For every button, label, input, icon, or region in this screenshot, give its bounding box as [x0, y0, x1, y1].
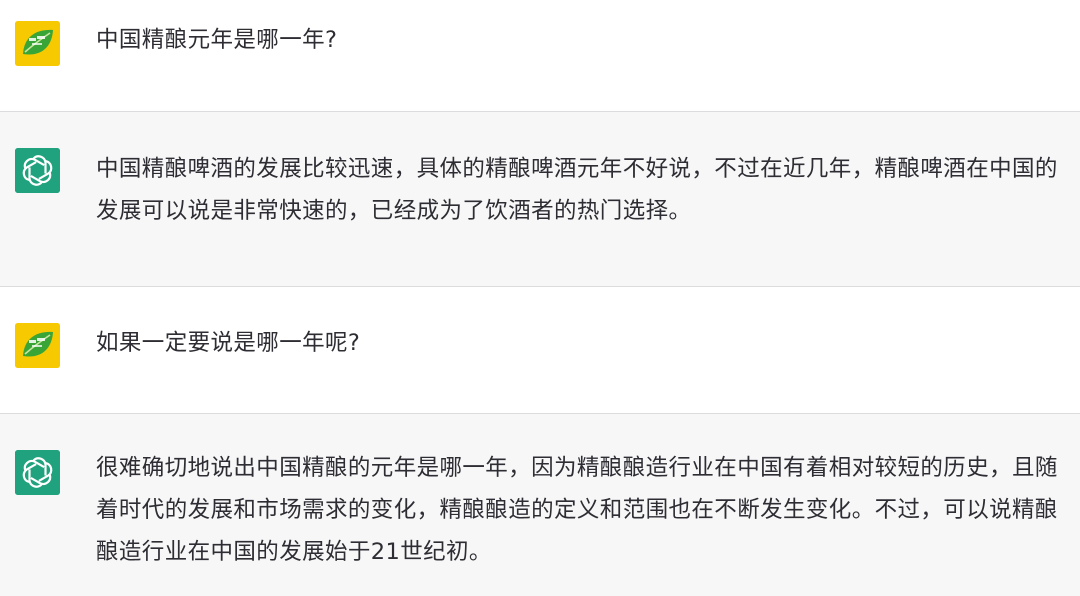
chat-conversation: 中国精酿元年是哪一年? 中国精酿啤酒的发展比较迅速，具体的精酿啤酒元年不好说，不… [0, 0, 1080, 596]
assistant-message-row: 中国精酿啤酒的发展比较迅速，具体的精酿啤酒元年不好说，不过在近几年，精酿啤酒在中… [0, 112, 1080, 286]
green-leaf-logo-icon [15, 21, 60, 66]
assistant-avatar [15, 148, 60, 193]
user-message-row: 中国精酿元年是哪一年? [0, 0, 1080, 111]
message-paragraph: 中国精酿元年是哪一年? [96, 27, 338, 53]
message-paragraph: 如果一定要说是哪一年呢? [96, 330, 361, 356]
user-avatar [15, 21, 60, 66]
user-message-text: 如果一定要说是哪一年呢? [96, 322, 1060, 364]
user-message-row: 如果一定要说是哪一年呢? [0, 287, 1080, 413]
assistant-message-row: 很难确切地说出中国精酿的元年是哪一年，因为精酿酿造行业在中国有着相对较短的历史，… [0, 414, 1080, 596]
green-leaf-logo-icon [15, 323, 60, 368]
assistant-avatar [15, 450, 60, 495]
assistant-message-text: 中国精酿啤酒的发展比较迅速，具体的精酿啤酒元年不好说，不过在近几年，精酿啤酒在中… [96, 148, 1060, 232]
message-paragraph: 中国精酿啤酒的发展比较迅速，具体的精酿啤酒元年不好说，不过在近几年，精酿啤酒在中… [96, 156, 1058, 224]
user-message-text: 中国精酿元年是哪一年? [96, 19, 1060, 61]
message-paragraph: 很难确切地说出中国精酿的元年是哪一年，因为精酿酿造行业在中国有着相对较短的历史，… [96, 455, 1058, 565]
user-avatar [15, 323, 60, 368]
assistant-message-text: 很难确切地说出中国精酿的元年是哪一年，因为精酿酿造行业在中国有着相对较短的历史，… [96, 447, 1060, 573]
openai-logo-icon [15, 450, 60, 495]
openai-logo-icon [15, 148, 60, 193]
